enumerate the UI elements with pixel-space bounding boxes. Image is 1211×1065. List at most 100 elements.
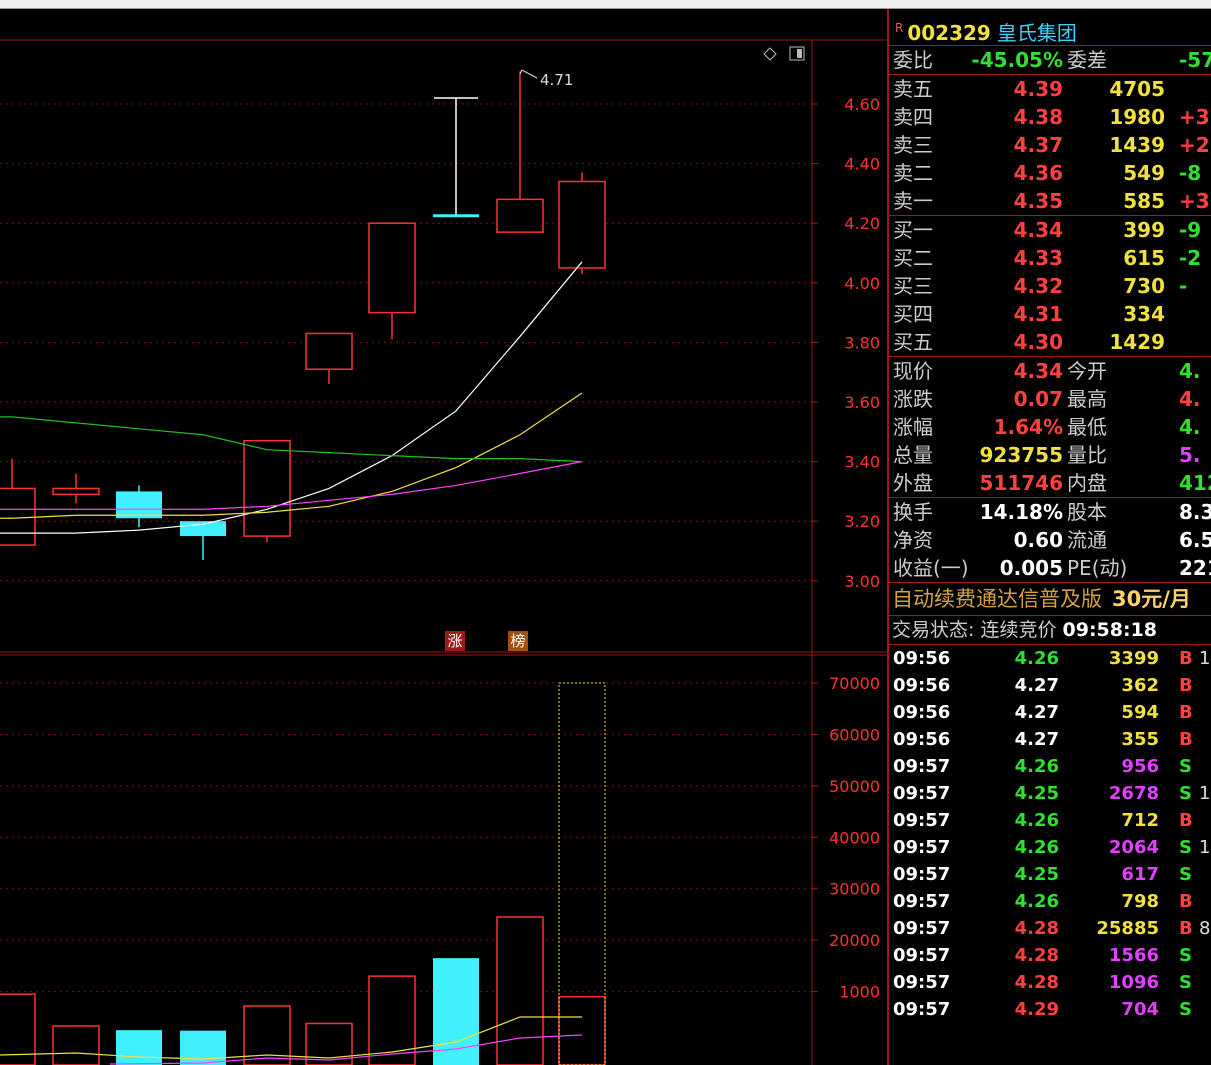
tick-row[interactable]: 09:57 4.25 617 S <box>889 861 1211 888</box>
tick-volume: 704 <box>1121 999 1159 1020</box>
tick-price: 4.28 <box>1014 972 1059 993</box>
stat-value: 4.34 <box>1013 359 1063 383</box>
tick-direction: B <box>1179 729 1193 750</box>
bid-level-3[interactable]: 买三 4.32 730- <box>889 272 1211 300</box>
tick-row[interactable]: 09:56 4.27 355 B <box>889 726 1211 753</box>
tick-time: 09:57 <box>893 864 951 885</box>
stat-label: 收益(一) <box>893 556 969 580</box>
fundamental-stat-row-1[interactable]: 净资 0.60流通 6.52 <box>889 526 1211 554</box>
tick-row[interactable]: 09:57 4.26 2064 S 1 <box>889 834 1211 861</box>
level-change: +3 <box>1179 105 1210 129</box>
quote-panel: R002329皇氏集团 委比 -45.05% 委差 -57 卖五 4.39 4705… <box>887 9 1211 1065</box>
fundamental-stat-row-0[interactable]: 换手 14.18%股本 8.32 <box>889 498 1211 526</box>
tick-time: 09:57 <box>893 810 951 831</box>
price-axis-label: 3.60 <box>844 393 880 412</box>
bid-level-5[interactable]: 买五 4.30 1429 <box>889 328 1211 356</box>
stat-value-2: 8.32 <box>1179 500 1211 524</box>
stat-label: 换手 <box>893 500 933 524</box>
volume-axis-label: 40000 <box>829 828 880 847</box>
ask-level-2[interactable]: 卖四 4.38 1980 +3 <box>889 103 1211 131</box>
candle-body <box>243 439 291 537</box>
tick-volume: 25885 <box>1096 918 1159 939</box>
level-price: 4.33 <box>1013 246 1063 270</box>
tick-row[interactable]: 09:57 4.25 2678 S 1 <box>889 780 1211 807</box>
volume-bar <box>180 1030 226 1065</box>
promo-banner[interactable]: 自动续费通达信普及版 30元/月 <box>889 583 1211 616</box>
level-change: - <box>1179 274 1188 298</box>
level-label: 买三 <box>893 274 933 298</box>
tick-row[interactable]: 09:57 4.26 798 B <box>889 888 1211 915</box>
tick-direction: B <box>1179 675 1193 696</box>
tick-row[interactable]: 09:57 4.28 25885 B 8 <box>889 915 1211 942</box>
level-volume: 334 <box>1123 302 1165 326</box>
stat-value: 0.005 <box>999 556 1063 580</box>
price-axis-label: 3.00 <box>844 572 880 591</box>
fundamental-stat-row-2[interactable]: 收益(一) 0.005PE(动) 221 <box>889 554 1211 582</box>
tick-volume: 712 <box>1121 810 1159 831</box>
tick-row[interactable]: 09:57 4.26 712 B <box>889 807 1211 834</box>
level-volume: 615 <box>1123 246 1165 270</box>
ask-level-4[interactable]: 卖二 4.36 549 -8 <box>889 159 1211 187</box>
tick-price: 4.27 <box>1014 675 1059 696</box>
level-price: 4.36 <box>1013 161 1063 185</box>
level-volume: 585 <box>1123 189 1165 213</box>
stat-value-2: 5. <box>1179 443 1201 467</box>
tick-price: 4.26 <box>1014 648 1059 669</box>
weicha-label: 委差 <box>1067 48 1107 72</box>
volume-axis-label: 50000 <box>829 777 880 796</box>
level-change: +3 <box>1179 189 1210 213</box>
tick-row[interactable]: 09:57 4.26 956 S <box>889 753 1211 780</box>
candle-body <box>52 487 100 496</box>
tick-row[interactable]: 09:57 4.28 1566 S <box>889 942 1211 969</box>
tick-time: 09:57 <box>893 945 951 966</box>
price-stat-row-3[interactable]: 总量 923755 量比 5. <box>889 441 1211 469</box>
tick-time: 09:57 <box>893 891 951 912</box>
tick-volume: 956 <box>1121 756 1159 777</box>
stat-label-2: 流通 <box>1067 528 1107 552</box>
stat-label: 净资 <box>893 528 933 552</box>
price-axis-label: 3.20 <box>844 512 880 531</box>
weibi-row: 委比 -45.05% 委差 -57 <box>889 46 1211 75</box>
tick-direction: B <box>1179 891 1193 912</box>
stock-header[interactable]: R 002329 皇氏集团 <box>889 9 1211 46</box>
level-label: 卖一 <box>893 189 933 213</box>
promo-price: 30元/月 <box>1112 587 1191 611</box>
stat-label-2: 最高 <box>1067 387 1107 411</box>
candle-body <box>305 332 353 370</box>
price-axis-label: 3.80 <box>844 333 880 352</box>
tag-rise[interactable]: 涨 <box>445 631 465 651</box>
tick-row[interactable]: 09:57 4.29 704 S <box>889 996 1211 1023</box>
price-stat-row-4[interactable]: 外盘 511746内盘 4120 <box>889 469 1211 497</box>
tick-price: 4.25 <box>1014 783 1059 804</box>
stat-value: 0.07 <box>1013 387 1063 411</box>
level-label: 卖二 <box>893 161 933 185</box>
tick-direction: S <box>1179 783 1192 804</box>
bid-level-1[interactable]: 买一 4.34 399 -9 <box>889 216 1211 244</box>
tick-row[interactable]: 09:56 4.26 3399 B 1 <box>889 645 1211 672</box>
tick-direction: S <box>1179 756 1192 777</box>
bid-level-4[interactable]: 买四 4.31 334 <box>889 300 1211 328</box>
price-stat-row-0[interactable]: 现价 4.34 今开 4. <box>889 357 1211 385</box>
volume-bar <box>52 1025 100 1065</box>
tick-row[interactable]: 09:57 4.28 1096 S <box>889 969 1211 996</box>
volume-bar <box>496 916 544 1065</box>
tick-time: 09:57 <box>893 756 951 777</box>
stat-value: 511746 <box>979 471 1064 495</box>
panel-toggle-icon-fill <box>797 49 802 58</box>
tick-time: 09:57 <box>893 972 951 993</box>
ask-level-1[interactable]: 卖五 4.39 4705 <box>889 75 1211 103</box>
tick-direction: B <box>1179 918 1193 939</box>
tick-count: 1 <box>1199 648 1211 669</box>
kline-chart[interactable]: 4.60 4.40 4.20 4.00 3.80 3.60 3.40 3.20 3.00 7000… <box>0 0 887 1065</box>
tick-row[interactable]: 09:56 4.27 594 B <box>889 699 1211 726</box>
tag-ranking[interactable]: 榜 <box>508 631 528 651</box>
price-stat-row-2[interactable]: 涨幅 1.64% 最低 4. <box>889 413 1211 441</box>
bid-level-2[interactable]: 买二 4.33 615 -2 <box>889 244 1211 272</box>
tick-list[interactable]: 09:56 4.26 3399 B 1 09:56 4.27 362 B 09:56 4.27 594… <box>889 645 1211 1023</box>
stat-value-2: 4120 <box>1179 471 1211 495</box>
tick-price: 4.26 <box>1014 756 1059 777</box>
price-stat-row-1[interactable]: 涨跌 0.07 最高 4. <box>889 385 1211 413</box>
ask-level-3[interactable]: 卖三 4.37 1439 +2 <box>889 131 1211 159</box>
tick-row[interactable]: 09:56 4.27 362 B <box>889 672 1211 699</box>
ask-level-5[interactable]: 卖一 4.35 585 +3 <box>889 187 1211 215</box>
